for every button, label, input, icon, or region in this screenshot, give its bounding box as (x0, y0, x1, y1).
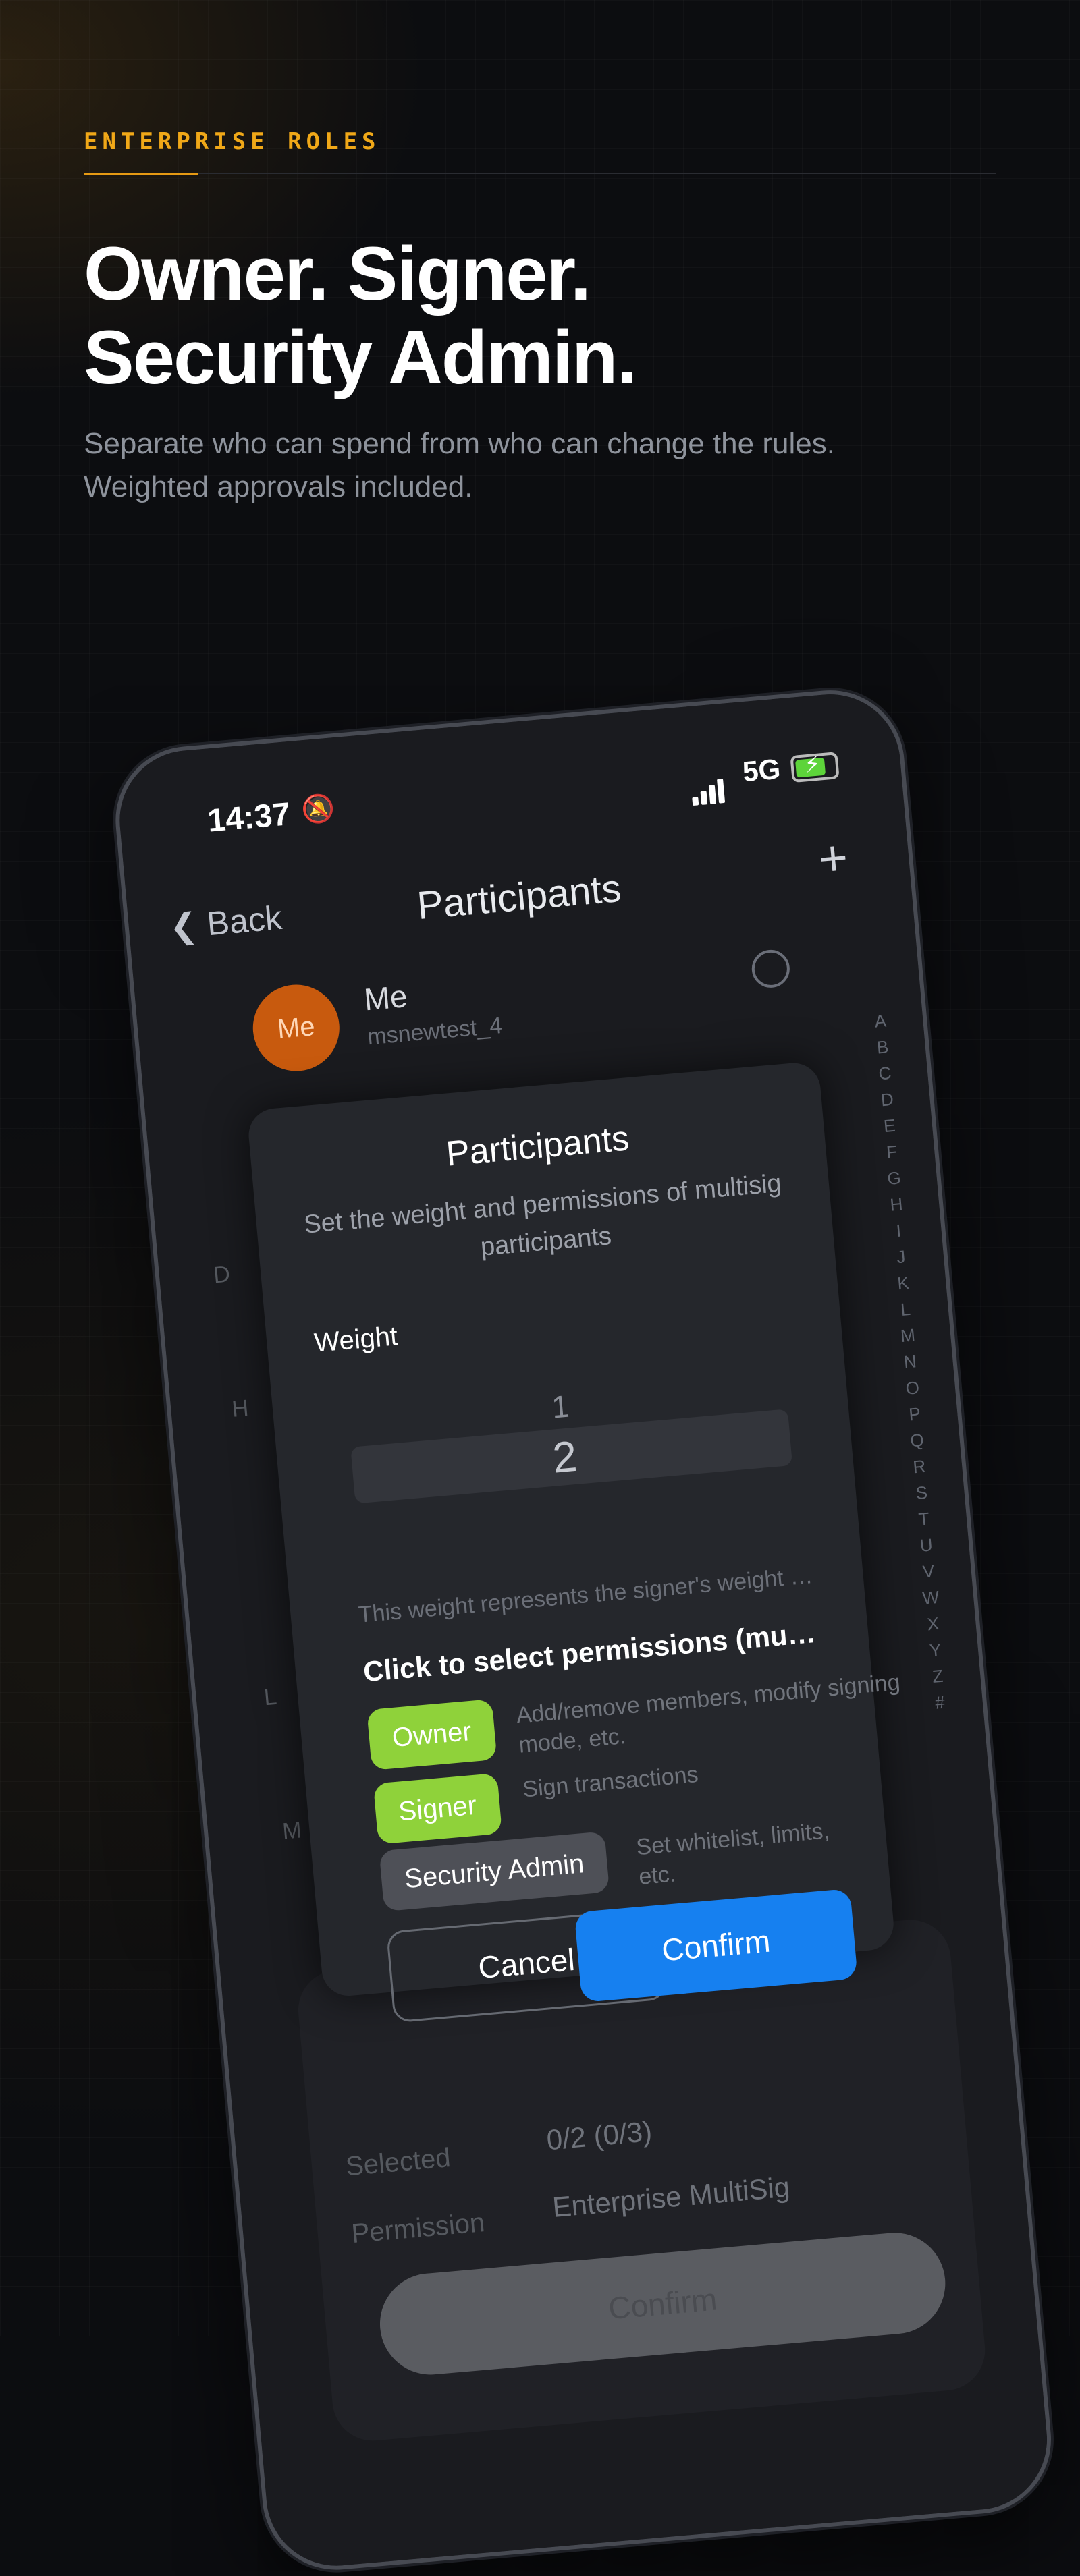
section-letter-l: L (263, 1683, 278, 1711)
alphabet-index-letter[interactable]: K (892, 1269, 915, 1297)
alphabet-index-letter[interactable]: C (873, 1060, 896, 1088)
header-divider (84, 173, 996, 175)
contact-username: msnewtest_4 (366, 1012, 504, 1051)
status-time: 14:37 (206, 796, 292, 839)
alphabet-index-letter[interactable]: Y (924, 1636, 946, 1664)
signal-icon (690, 766, 728, 806)
alphabet-index-letter[interactable]: L (894, 1295, 917, 1323)
modal-subtitle: Set the weight and permissions of multis… (302, 1169, 783, 1262)
headline: Owner. Signer. Security Admin. (84, 232, 996, 399)
promo-subtitle: Separate who can spend from who can chan… (84, 427, 835, 503)
alphabet-index-letter[interactable]: E (878, 1112, 900, 1140)
alphabet-index-letter[interactable]: S (911, 1479, 933, 1507)
alphabet-index-letter[interactable]: R (908, 1453, 930, 1480)
participants-modal: Participants Set the weight and permissi… (246, 1061, 901, 2023)
bell-muted-icon: 🔕 (300, 793, 337, 826)
headline-line-1: Owner. Signer. (84, 231, 591, 316)
eyebrow-label: ENTERPRISE ROLES (84, 128, 381, 155)
promo-header: ENTERPRISE ROLES Owner. Signer. Security… (84, 128, 996, 509)
contact-name: Me (362, 978, 409, 1017)
section-letter-d: D (212, 1261, 232, 1289)
phone-mockup: 14:37 🔕 5G ⚡ ❮ Back Participants + Me Me… (109, 683, 1058, 2576)
security-admin-description: Set whitelist, limits, etc. (634, 1818, 831, 1890)
alphabet-index-letter[interactable]: F (881, 1138, 903, 1166)
select-radio[interactable] (750, 948, 792, 990)
owner-chip[interactable]: Owner (367, 1699, 497, 1770)
alphabet-index-letter[interactable]: H (885, 1191, 907, 1219)
alphabet-index-letter[interactable]: A (869, 1007, 892, 1035)
alphabet-index-letter[interactable]: W (919, 1584, 942, 1612)
alphabet-index-letter[interactable]: M (896, 1322, 919, 1349)
alphabet-index-letter[interactable]: V (917, 1558, 940, 1586)
alphabet-index-letter[interactable]: U (915, 1532, 938, 1559)
alphabet-index-letter[interactable]: N (899, 1348, 921, 1376)
battery-icon: ⚡ (790, 751, 840, 783)
alphabet-index-letter[interactable]: T (913, 1505, 935, 1533)
section-letter-m: M (281, 1817, 303, 1845)
alphabet-index-letter[interactable]: D (876, 1086, 898, 1113)
alphabet-index-letter[interactable]: Q (906, 1426, 928, 1454)
headline-line-2: Security Admin. (84, 315, 637, 399)
alphabet-index-letter[interactable]: P (904, 1401, 926, 1428)
section-letter-h: H (231, 1395, 250, 1422)
alphabet-index-letter[interactable]: I (888, 1217, 910, 1245)
alphabet-index-letter[interactable]: O (901, 1374, 923, 1402)
alphabet-index-letter[interactable]: X (922, 1610, 944, 1637)
contact-row[interactable]: Me Me msnewtest_4 (249, 931, 843, 1083)
network-label: 5G (741, 752, 782, 788)
add-icon[interactable]: + (816, 829, 850, 888)
alphabet-index-letter[interactable]: G (883, 1165, 905, 1192)
phone-screen: 14:37 🔕 5G ⚡ ❮ Back Participants + Me Me… (113, 688, 1053, 2572)
weight-label: Weight (313, 1321, 399, 1358)
owner-description: Add/remove members, modify signing mode,… (515, 1669, 902, 1758)
avatar: Me (249, 981, 344, 1075)
weight-hint: This weight represents the signer's weig… (357, 1562, 817, 1628)
alphabet-index-letter[interactable]: J (890, 1243, 912, 1270)
alphabet-index-letter[interactable]: B (871, 1034, 894, 1061)
